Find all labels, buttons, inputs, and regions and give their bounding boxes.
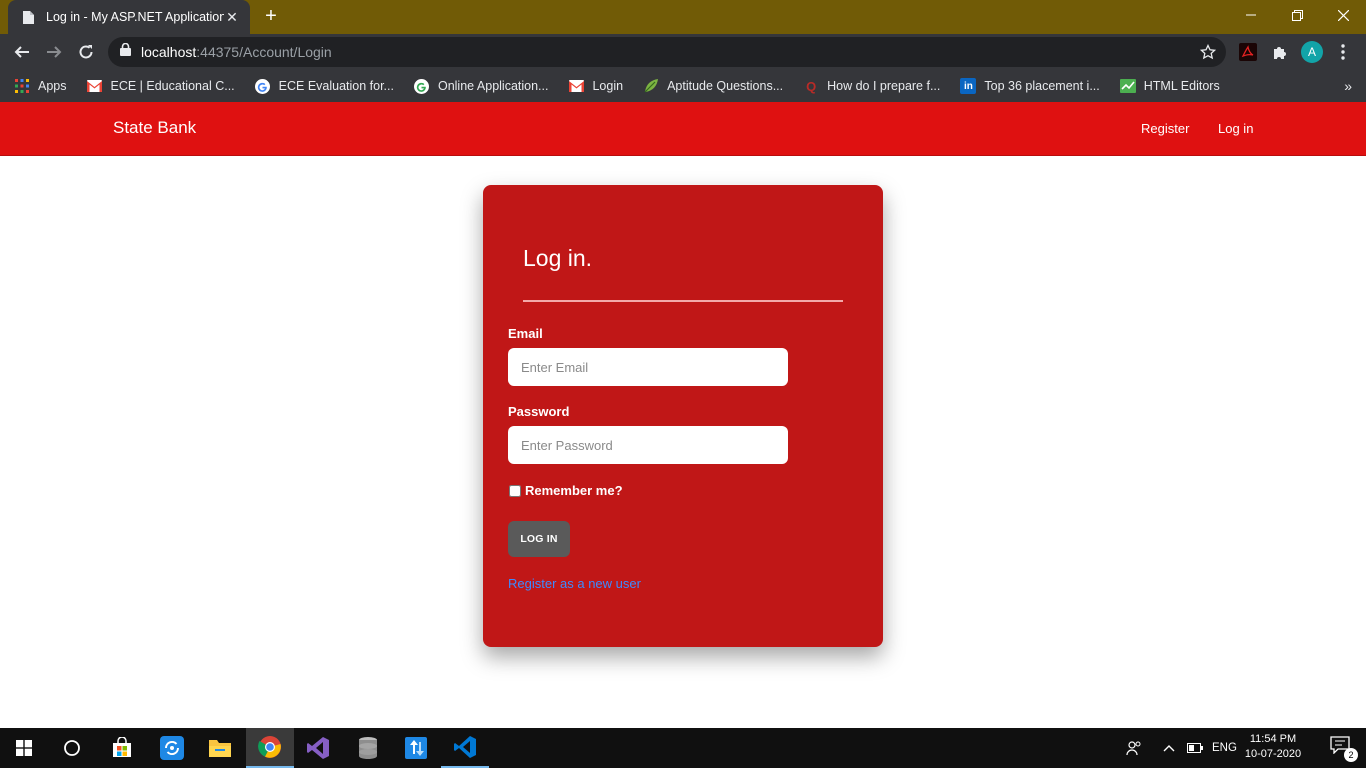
bookmark-ece-evaluation[interactable]: ECE Evaluation for... bbox=[255, 78, 394, 94]
search-circle-icon[interactable] bbox=[48, 728, 96, 768]
new-tab-button[interactable]: + bbox=[260, 5, 282, 27]
notification-count-badge: 2 bbox=[1344, 748, 1358, 762]
gmail-icon bbox=[568, 78, 584, 94]
clock-time: 11:54 PM bbox=[1249, 733, 1297, 745]
remember-me-row: Remember me? bbox=[509, 483, 623, 498]
bookmark-login[interactable]: Login bbox=[568, 78, 623, 94]
database-icon[interactable] bbox=[344, 728, 392, 768]
browser-toolbar: localhost:44375/Account/Login bbox=[0, 34, 1366, 70]
url-text: localhost:44375/Account/Login bbox=[141, 44, 332, 60]
bookmark-label: How do I prepare f... bbox=[827, 79, 941, 93]
sync-app-icon[interactable] bbox=[148, 728, 196, 768]
apps-grid-icon bbox=[14, 78, 30, 94]
microsoft-store-icon[interactable] bbox=[98, 728, 146, 768]
bookmark-star-icon[interactable] bbox=[1199, 43, 1217, 60]
people-icon[interactable] bbox=[1126, 728, 1142, 768]
address-bar[interactable]: localhost:44375/Account/Login bbox=[108, 37, 1226, 67]
quora-icon: Q bbox=[806, 78, 817, 94]
bookmark-label: ECE Evaluation for... bbox=[278, 79, 394, 93]
page-icon bbox=[20, 9, 36, 25]
reload-icon[interactable] bbox=[72, 38, 100, 66]
bookmark-ece-educational[interactable]: ECE | Educational C... bbox=[87, 78, 235, 94]
bookmarks-overflow-icon[interactable]: » bbox=[1344, 78, 1352, 94]
login-button[interactable]: LOG IN bbox=[508, 521, 570, 557]
bookmark-how-do-i-prepare[interactable]: Q How do I prepare f... bbox=[803, 78, 940, 94]
minimize-icon[interactable] bbox=[1228, 0, 1274, 30]
login-card: Log in. Email Password Remember me? LOG … bbox=[483, 185, 883, 647]
brand-link[interactable]: State Bank bbox=[113, 118, 196, 138]
title-divider bbox=[523, 300, 843, 302]
bookmark-label: HTML Editors bbox=[1143, 79, 1220, 93]
bookmark-online-application[interactable]: Online Application... bbox=[414, 78, 549, 94]
restore-icon[interactable] bbox=[1274, 0, 1320, 30]
email-label: Email bbox=[508, 326, 543, 341]
taskbar-clock[interactable]: 11:54 PM 10-07-2020 bbox=[1238, 732, 1308, 762]
tab-title: Log in - My ASP.NET Application bbox=[46, 10, 224, 24]
login-title: Log in. bbox=[523, 245, 593, 271]
language-indicator[interactable]: ENG bbox=[1212, 728, 1237, 768]
browser-menu-icon[interactable] bbox=[1333, 42, 1353, 62]
bookmarks-bar: Apps ECE | Educational C... ECE Evaluati… bbox=[0, 70, 1366, 102]
bookmark-label: ECE | Educational C... bbox=[110, 79, 235, 93]
battery-icon[interactable] bbox=[1187, 728, 1203, 768]
upload-app-icon[interactable] bbox=[392, 728, 440, 768]
bookmark-label: Aptitude Questions... bbox=[667, 79, 784, 93]
linkedin-icon: in bbox=[960, 78, 977, 94]
chrome-app-icon[interactable] bbox=[246, 728, 294, 768]
gmail-icon bbox=[87, 78, 103, 94]
vscode-icon[interactable] bbox=[441, 728, 489, 768]
bookmark-label: Online Application... bbox=[437, 79, 549, 93]
back-arrow-icon[interactable] bbox=[8, 38, 36, 66]
visual-studio-icon[interactable] bbox=[294, 728, 342, 768]
close-window-icon[interactable] bbox=[1320, 0, 1366, 30]
site-navbar: State Bank Register Log in bbox=[0, 102, 1366, 156]
remember-me-label[interactable]: Remember me? bbox=[525, 483, 623, 498]
bookmark-top-36-placement[interactable]: in Top 36 placement i... bbox=[960, 78, 1100, 94]
nav-register-link[interactable]: Register bbox=[1141, 121, 1189, 136]
leaf-icon bbox=[643, 78, 659, 94]
extensions-puzzle-icon[interactable] bbox=[1270, 42, 1290, 62]
notifications-icon[interactable]: 2 bbox=[1330, 736, 1358, 762]
bookmark-apps[interactable]: Apps bbox=[14, 78, 67, 94]
nav-login-link[interactable]: Log in bbox=[1218, 121, 1253, 136]
lock-icon bbox=[120, 42, 131, 61]
bookmark-label: Top 36 placement i... bbox=[984, 79, 1100, 93]
chart-icon bbox=[1119, 78, 1136, 94]
email-input[interactable] bbox=[508, 348, 788, 386]
tab-close-icon[interactable]: ✕ bbox=[224, 9, 240, 26]
profile-avatar[interactable]: A bbox=[1301, 41, 1323, 63]
forward-arrow-icon[interactable] bbox=[40, 38, 68, 66]
bookmark-label: Apps bbox=[38, 79, 67, 93]
password-label: Password bbox=[508, 404, 570, 419]
google-icon bbox=[255, 78, 271, 94]
acrobat-extension-icon[interactable] bbox=[1238, 42, 1258, 62]
bookmark-label: Login bbox=[592, 79, 624, 93]
tray-chevron-up-icon[interactable] bbox=[1163, 728, 1175, 768]
clock-date: 10-07-2020 bbox=[1244, 748, 1302, 760]
password-input[interactable] bbox=[508, 426, 788, 464]
browser-tab-active[interactable]: Log in - My ASP.NET Application ✕ bbox=[8, 0, 250, 34]
bookmark-html-editors[interactable]: HTML Editors bbox=[1119, 78, 1220, 94]
google-icon bbox=[414, 78, 430, 94]
register-new-user-link[interactable]: Register as a new user bbox=[508, 576, 641, 591]
browser-tabstrip: Log in - My ASP.NET Application ✕ + bbox=[0, 0, 1366, 34]
windows-taskbar: ENG 11:54 PM 10-07-2020 2 bbox=[0, 728, 1366, 768]
bookmark-aptitude[interactable]: Aptitude Questions... bbox=[643, 78, 783, 94]
windows-start-icon[interactable] bbox=[0, 728, 48, 768]
remember-me-checkbox[interactable] bbox=[509, 484, 521, 497]
file-explorer-icon[interactable] bbox=[196, 728, 244, 768]
